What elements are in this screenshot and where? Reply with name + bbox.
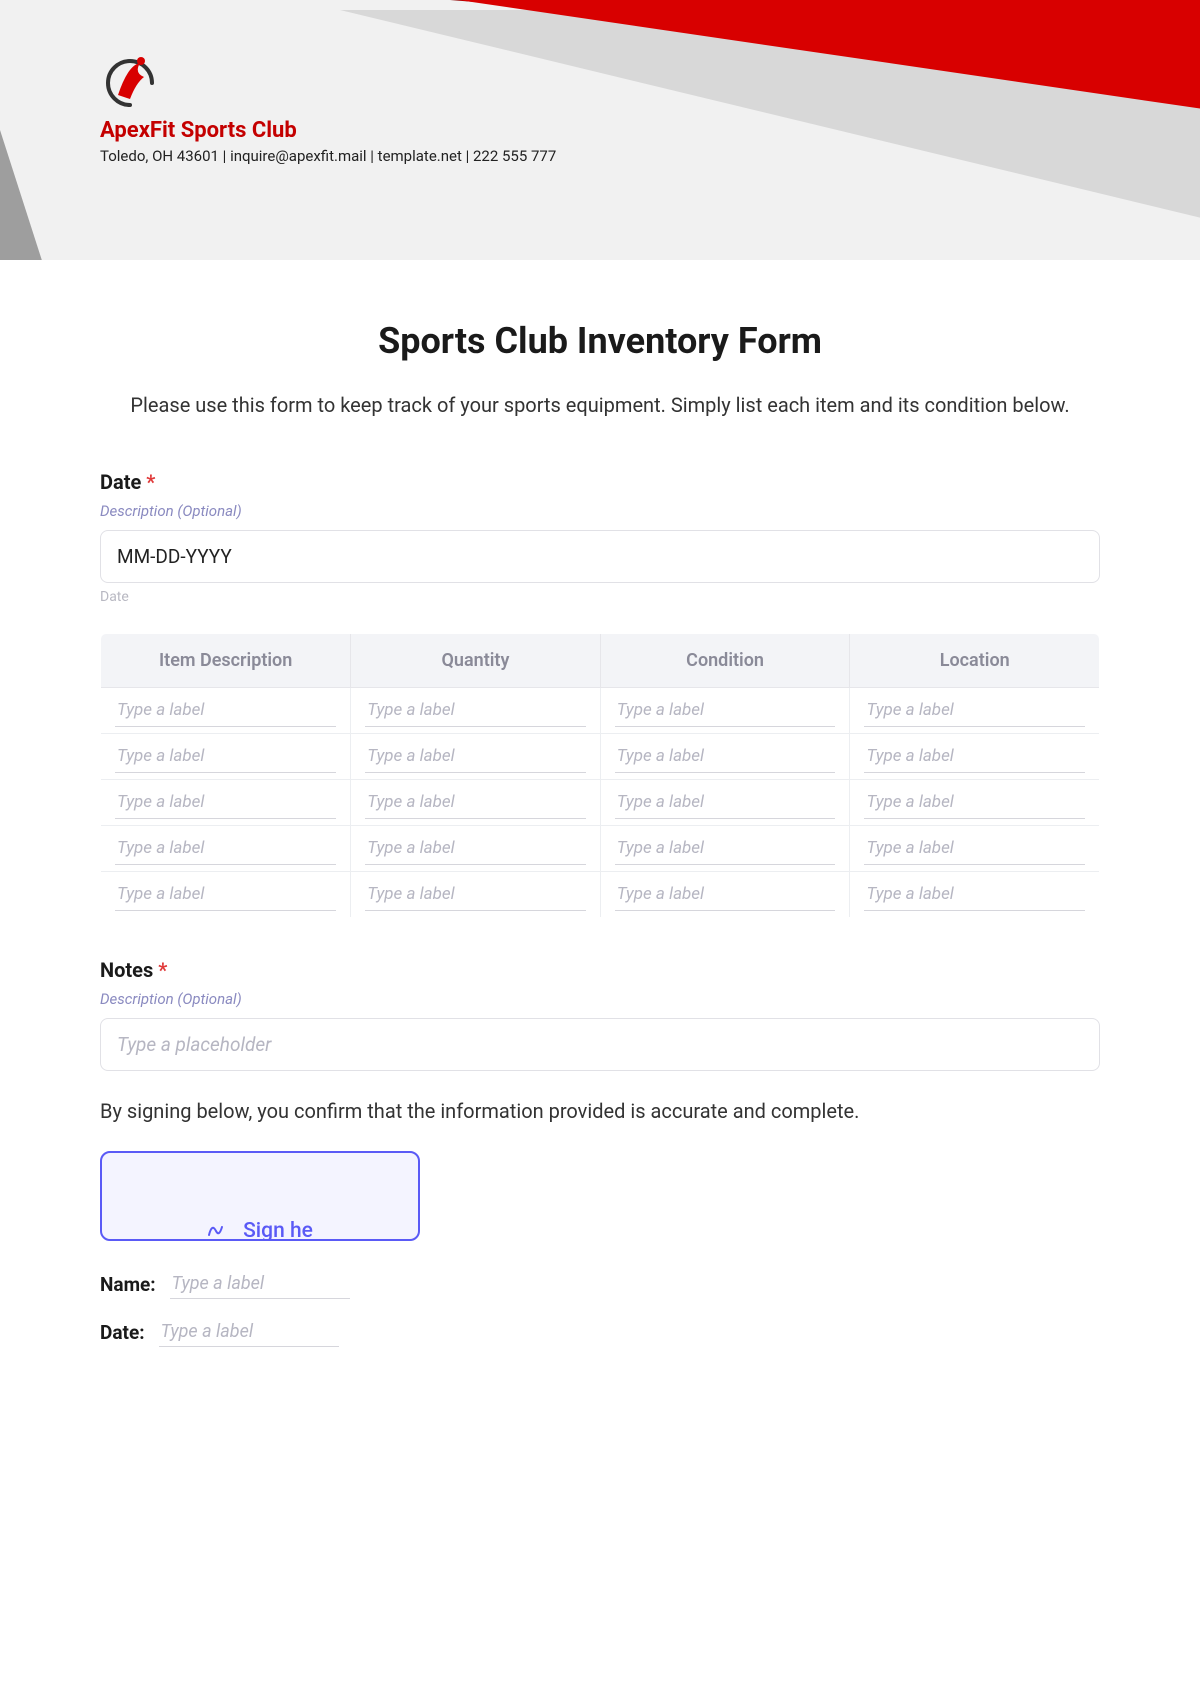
cell-input[interactable]	[615, 694, 836, 727]
cell-input[interactable]	[864, 694, 1085, 727]
cell-input[interactable]	[615, 832, 836, 865]
date-helper: Date	[100, 589, 1100, 605]
cell-input[interactable]	[365, 694, 585, 727]
cell-input[interactable]	[365, 832, 585, 865]
cell-input[interactable]	[365, 740, 585, 773]
table-header-row: Item Description Quantity Condition Loca…	[101, 634, 1100, 688]
table-cell	[600, 872, 850, 918]
name-input[interactable]	[170, 1269, 350, 1299]
cell-input[interactable]	[115, 694, 336, 727]
cell-input[interactable]	[615, 740, 836, 773]
date-field-group: Date * Description (Optional) Date	[100, 470, 1100, 605]
table-cell	[600, 734, 850, 780]
date-label-text: Date	[100, 470, 141, 494]
table-cell	[351, 734, 600, 780]
cell-input[interactable]	[864, 832, 1085, 865]
signature-label: Sign he	[243, 1219, 313, 1241]
signature-icon	[207, 1217, 233, 1241]
col-location: Location	[850, 634, 1100, 688]
required-mark: *	[146, 470, 155, 494]
notes-label: Notes *	[100, 958, 1100, 982]
sig-date-line: Date:	[100, 1317, 1100, 1347]
table-cell	[850, 734, 1100, 780]
confirm-text: By signing below, you confirm that the i…	[100, 1099, 1100, 1123]
table-cell	[600, 780, 850, 826]
cell-input[interactable]	[115, 878, 336, 911]
table-cell	[600, 826, 850, 872]
cell-input[interactable]	[864, 740, 1085, 773]
table-cell	[101, 826, 351, 872]
cell-input[interactable]	[365, 878, 585, 911]
signature-hint: Sign he	[207, 1217, 313, 1241]
form-title: Sports Club Inventory Form	[100, 320, 1100, 362]
table-cell	[351, 780, 600, 826]
brand-logo-icon	[100, 55, 160, 110]
col-condition: Condition	[600, 634, 850, 688]
cell-input[interactable]	[365, 786, 585, 819]
cell-input[interactable]	[115, 786, 336, 819]
cell-input[interactable]	[115, 740, 336, 773]
cell-input[interactable]	[864, 786, 1085, 819]
signature-box[interactable]: Sign he	[100, 1151, 420, 1241]
table-row	[101, 872, 1100, 918]
sig-date-input[interactable]	[159, 1317, 339, 1347]
table-cell	[850, 872, 1100, 918]
date-label: Date *	[100, 470, 1100, 494]
notes-desc: Description (Optional)	[100, 990, 1100, 1008]
brand-block: ApexFit Sports Club Toledo, OH 43601 | i…	[100, 55, 556, 165]
name-label: Name:	[100, 1273, 156, 1296]
required-mark: *	[158, 958, 167, 982]
date-desc: Description (Optional)	[100, 502, 1100, 520]
letterhead-header: ApexFit Sports Club Toledo, OH 43601 | i…	[0, 0, 1200, 260]
table-cell	[850, 688, 1100, 734]
table-cell	[351, 826, 600, 872]
table-row	[101, 688, 1100, 734]
date-input[interactable]	[100, 530, 1100, 583]
cell-input[interactable]	[615, 786, 836, 819]
sig-date-label: Date:	[100, 1321, 145, 1344]
table-cell	[600, 688, 850, 734]
notes-label-text: Notes	[100, 958, 153, 982]
table-cell	[101, 780, 351, 826]
decor-triangle-side	[0, 130, 45, 260]
notes-input[interactable]	[100, 1018, 1100, 1071]
table-cell	[101, 688, 351, 734]
name-line: Name:	[100, 1269, 1100, 1299]
table-row	[101, 734, 1100, 780]
notes-field-group: Notes * Description (Optional)	[100, 958, 1100, 1071]
cell-input[interactable]	[115, 832, 336, 865]
table-row	[101, 826, 1100, 872]
form-intro: Please use this form to keep track of yo…	[100, 390, 1100, 420]
table-cell	[101, 734, 351, 780]
table-cell	[101, 872, 351, 918]
brand-contact: Toledo, OH 43601 | inquire@apexfit.mail …	[100, 147, 556, 165]
table-row	[101, 780, 1100, 826]
table-cell	[850, 826, 1100, 872]
inventory-table: Item Description Quantity Condition Loca…	[100, 633, 1100, 918]
col-item-description: Item Description	[101, 634, 351, 688]
table-cell	[351, 872, 600, 918]
table-cell	[351, 688, 600, 734]
cell-input[interactable]	[615, 878, 836, 911]
form-body: Sports Club Inventory Form Please use th…	[0, 260, 1200, 1405]
col-quantity: Quantity	[351, 634, 600, 688]
table-cell	[850, 780, 1100, 826]
cell-input[interactable]	[864, 878, 1085, 911]
brand-name: ApexFit Sports Club	[100, 118, 556, 143]
